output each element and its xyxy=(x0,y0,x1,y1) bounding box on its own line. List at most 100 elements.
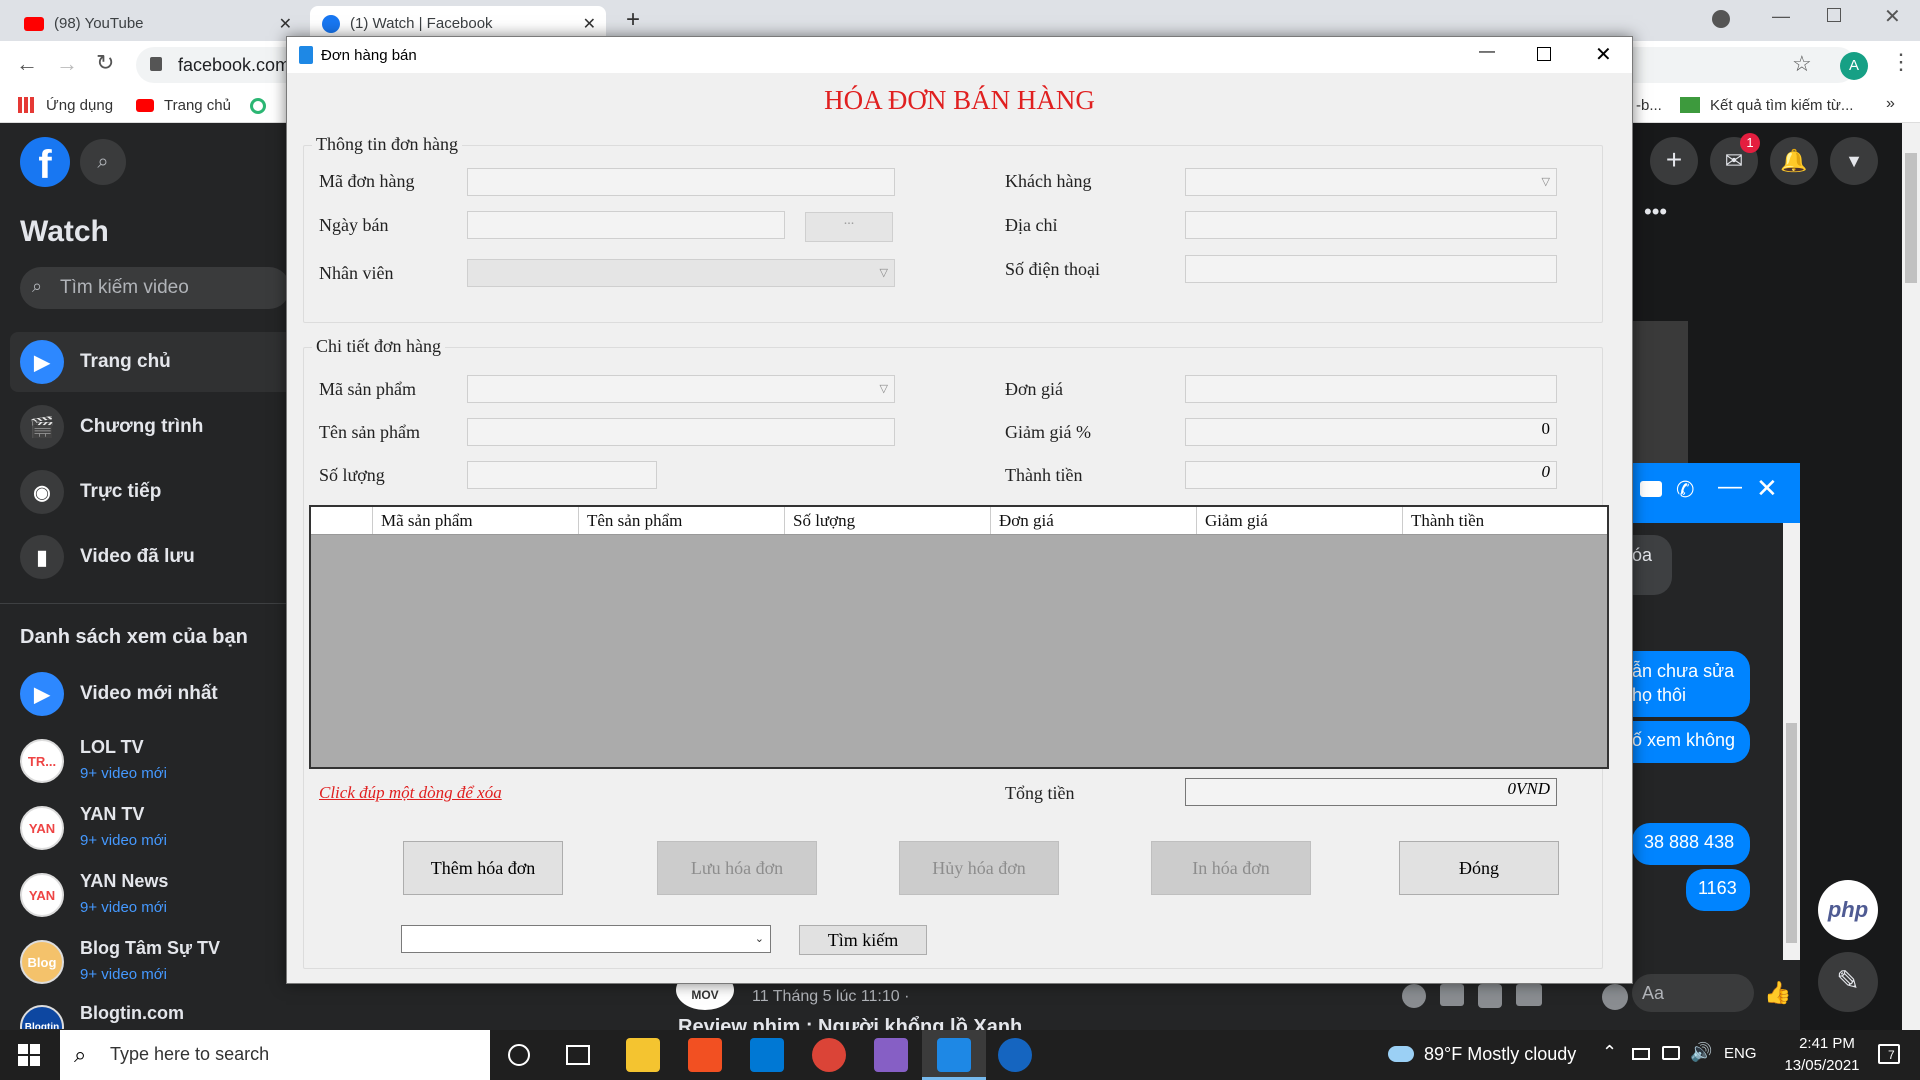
visual-studio-icon[interactable] xyxy=(874,1038,908,1072)
scrollbar-thumb[interactable] xyxy=(1786,723,1797,943)
emoji-icon[interactable] xyxy=(1602,984,1628,1010)
volume-icon[interactable]: 🔊 xyxy=(1690,1042,1712,1063)
grid-column-header[interactable]: Mã sản phẩm xyxy=(373,507,579,534)
active-app-slot[interactable] xyxy=(922,1030,986,1080)
network-icon[interactable] xyxy=(1662,1046,1680,1060)
battery-icon[interactable] xyxy=(1632,1048,1650,1060)
discount-field[interactable]: 0 xyxy=(1185,418,1557,446)
bookmark-search-results[interactable]: Kết quả tìm kiếm từ... xyxy=(1710,97,1853,114)
channel-item[interactable]: YAN YAN TV 9+ video mới xyxy=(20,800,290,860)
star-icon[interactable]: ☆ xyxy=(1792,51,1812,77)
file-explorer-icon[interactable] xyxy=(626,1038,660,1072)
date-picker-button[interactable]: ... xyxy=(805,212,893,242)
close-chat-icon[interactable]: ✕ xyxy=(1756,473,1778,504)
product-id-select[interactable]: ▽ xyxy=(467,375,895,403)
bookmark-home[interactable]: Trang chủ xyxy=(164,97,231,114)
bookmark-apps[interactable]: Ứng dụng xyxy=(46,97,113,114)
phone-field[interactable] xyxy=(1185,255,1557,283)
grid-column-header[interactable]: Đơn giá xyxy=(991,507,1197,534)
new-message-icon[interactable]: ✎ xyxy=(1818,952,1878,1012)
windows-start-icon[interactable] xyxy=(18,1044,40,1066)
chrome-icon[interactable] xyxy=(812,1038,846,1072)
bell-icon[interactable]: 🔔 xyxy=(1770,137,1818,185)
order-items-grid[interactable]: Mã sản phẩm Tên sản phẩm Số lượng Đơn gi… xyxy=(309,505,1609,769)
forward-icon[interactable]: → xyxy=(56,51,78,77)
grid-column-header[interactable]: Giảm giá xyxy=(1197,507,1403,534)
close-button[interactable]: Đóng xyxy=(1399,841,1559,895)
video-call-icon[interactable] xyxy=(1640,481,1662,497)
search-icon[interactable]: ⌕ xyxy=(80,139,126,185)
phone-icon[interactable]: ✆ xyxy=(1676,477,1694,503)
close-icon[interactable]: ✕ xyxy=(1595,42,1612,67)
clock-date[interactable]: 13/05/2021 xyxy=(1772,1057,1872,1074)
sidebar-item-live[interactable]: ◉ Trực tiếp xyxy=(0,462,285,522)
remote-app-icon[interactable] xyxy=(998,1038,1032,1072)
channel-item[interactable]: YAN YAN News 9+ video mới xyxy=(20,867,290,927)
menu-kebab-icon[interactable]: ⋮ xyxy=(1890,49,1912,75)
quantity-field[interactable] xyxy=(467,461,657,489)
more-icon[interactable]: ••• xyxy=(1644,199,1667,225)
close-window-icon[interactable]: ✕ xyxy=(1884,4,1901,29)
reload-icon[interactable]: ↻ xyxy=(96,50,114,76)
account-menu-icon[interactable]: ▼ xyxy=(1830,137,1878,185)
total-field[interactable]: 0VND xyxy=(1185,778,1557,806)
sidebar-item-saved[interactable]: ▮ Video đã lưu xyxy=(0,527,285,587)
add-invoice-button[interactable]: Thêm hóa đơn xyxy=(403,841,563,895)
close-tab-icon[interactable]: ✕ xyxy=(279,14,292,34)
restore-icon[interactable] xyxy=(1827,8,1841,22)
search-invoice-select[interactable]: ⌄ xyxy=(401,925,771,953)
grid-column-header[interactable]: Số lượng xyxy=(785,507,991,534)
grid-column-header[interactable]: Thành tiền xyxy=(1403,507,1607,534)
line-total-field[interactable]: 0 xyxy=(1185,461,1557,489)
tab-youtube[interactable]: (98) YouTube ✕ xyxy=(12,6,302,41)
facebook-logo[interactable]: f xyxy=(20,137,70,187)
add-icon[interactable] xyxy=(1402,984,1426,1008)
grid-column-header[interactable]: Tên sản phẩm xyxy=(579,507,785,534)
unit-price-field[interactable] xyxy=(1185,375,1557,403)
mail-icon[interactable] xyxy=(750,1038,784,1072)
weather-text[interactable]: 89°F Mostly cloudy xyxy=(1424,1044,1576,1065)
like-icon[interactable]: 👍 xyxy=(1764,980,1791,1006)
cortana-icon[interactable] xyxy=(508,1044,530,1066)
save-invoice-button[interactable]: Lưu hóa đơn xyxy=(657,841,817,895)
sidebar-item-home[interactable]: ▶ Trang chủ xyxy=(10,332,295,392)
photo-icon[interactable] xyxy=(1440,984,1464,1006)
minimize-icon[interactable]: — xyxy=(1772,6,1790,27)
more-bookmarks-icon[interactable]: » xyxy=(1886,95,1895,113)
taskbar-search-box[interactable]: ⌕ Type here to search xyxy=(60,1030,490,1080)
search-button[interactable]: Tìm kiếm xyxy=(799,925,927,955)
clock-time[interactable]: 2:41 PM xyxy=(1786,1035,1868,1052)
create-icon[interactable]: + xyxy=(1650,137,1698,185)
post-timestamp[interactable]: 11 Tháng 5 lúc 11:10 · xyxy=(752,988,909,1006)
channel-item[interactable]: Blogtin Blogtin.com xyxy=(20,999,290,1029)
address-field[interactable] xyxy=(1185,211,1557,239)
order-id-field[interactable] xyxy=(467,168,895,196)
close-tab-icon[interactable]: ✕ xyxy=(583,14,596,34)
channel-item[interactable]: Blog Blog Tâm Sự TV 9+ video mới xyxy=(20,934,290,994)
sticker-icon[interactable] xyxy=(1478,984,1502,1008)
sidebar-item-shows[interactable]: 🎬 Chương trình xyxy=(0,397,285,457)
sale-date-field[interactable] xyxy=(467,211,785,239)
bookmark-partial[interactable]: -b... xyxy=(1636,97,1662,114)
gif-icon[interactable] xyxy=(1516,984,1542,1006)
task-view-icon[interactable] xyxy=(566,1045,590,1065)
profile-avatar[interactable]: A xyxy=(1840,52,1868,80)
minimize-chat-icon[interactable]: — xyxy=(1718,473,1742,501)
input-language[interactable]: ENG xyxy=(1724,1045,1757,1062)
channel-item[interactable]: TR... LOL TV 9+ video mới xyxy=(20,733,290,793)
php-chat-head[interactable]: php xyxy=(1818,880,1878,940)
back-icon[interactable]: ← xyxy=(16,51,38,77)
minimize-icon[interactable]: — xyxy=(1479,43,1495,61)
tray-chevron-icon[interactable]: ⌃ xyxy=(1602,1042,1617,1063)
print-invoice-button[interactable]: In hóa đơn xyxy=(1151,841,1311,895)
employee-select[interactable]: ▽ xyxy=(467,259,895,287)
scrollbar-thumb[interactable] xyxy=(1905,153,1917,283)
chat-message-input[interactable]: Aa xyxy=(1632,974,1754,1012)
new-tab-icon[interactable]: + xyxy=(626,6,640,34)
product-name-field[interactable] xyxy=(467,418,895,446)
customer-select[interactable]: ▽ xyxy=(1185,168,1557,196)
sidebar-item-latest[interactable]: ▶ Video mới nhất xyxy=(0,664,285,724)
tab-search-icon[interactable] xyxy=(1712,10,1730,28)
maximize-icon[interactable] xyxy=(1537,47,1551,61)
cancel-invoice-button[interactable]: Hủy hóa đơn xyxy=(899,841,1059,895)
